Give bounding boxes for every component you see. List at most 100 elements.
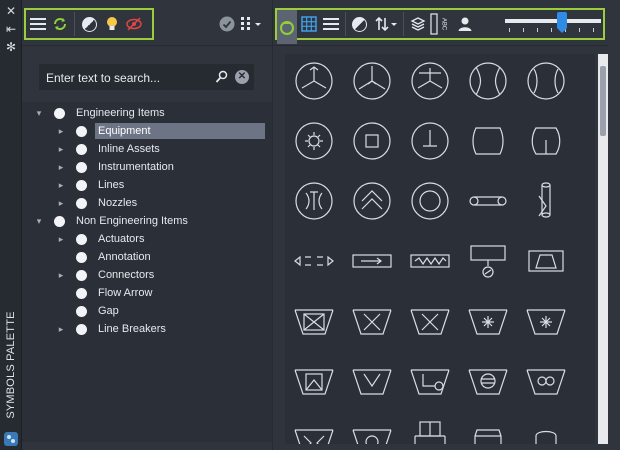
symbol-tile[interactable]	[521, 176, 571, 226]
symbol-tile[interactable]	[289, 296, 339, 346]
symbols-scrollbar[interactable]	[598, 54, 608, 444]
settings-icon[interactable]: ✻	[4, 40, 18, 54]
ortho-label: ABC	[441, 18, 447, 31]
item-icon	[76, 197, 87, 209]
item-icon	[76, 161, 87, 173]
symbol-tile[interactable]	[463, 296, 513, 346]
symbol-tile[interactable]	[463, 176, 513, 226]
tree-item-label: Lines	[98, 179, 125, 191]
refresh-icon[interactable]	[50, 14, 70, 34]
right-toolbar: ABC	[273, 0, 608, 46]
slider-thumb[interactable]	[557, 12, 567, 33]
search-icon[interactable]	[215, 70, 229, 84]
symbol-tile[interactable]	[405, 356, 455, 406]
symbol-tile[interactable]	[347, 56, 397, 106]
symbol-tile[interactable]	[289, 236, 339, 286]
symbol-tile[interactable]	[521, 116, 571, 166]
tree-item[interactable]: Flow Arrow	[56, 284, 155, 302]
tree-item-label: Instrumentation	[98, 161, 174, 173]
symbol-tile[interactable]	[463, 116, 513, 166]
symbol-tile[interactable]	[347, 176, 397, 226]
menu-icon[interactable]	[28, 14, 48, 34]
collapse-icon[interactable]: ▾	[34, 216, 44, 227]
symbol-tile[interactable]	[463, 236, 513, 286]
clear-search-icon[interactable]: ✕	[235, 70, 249, 84]
symbol-tile[interactable]	[405, 56, 455, 106]
item-icon	[76, 125, 87, 137]
tree-item[interactable]: ▸ Instrumentation	[56, 158, 177, 176]
tree-item[interactable]: ▸ Line Breakers	[56, 320, 169, 338]
collapse-icon[interactable]: ▾	[34, 108, 44, 119]
list-view-icon[interactable]	[321, 14, 341, 34]
user-icon[interactable]	[455, 14, 475, 34]
expand-icon[interactable]: ▸	[56, 198, 66, 209]
symbol-tile[interactable]	[347, 296, 397, 346]
symbol-tile[interactable]	[289, 56, 339, 106]
symbol-tile[interactable]	[521, 56, 571, 106]
tree-item[interactable]: ▸ Connectors	[56, 266, 157, 284]
tree-item[interactable]: Annotation	[56, 248, 154, 266]
tree-item-label: Inline Assets	[98, 143, 160, 155]
grid-view-icon[interactable]	[240, 14, 264, 34]
expand-icon[interactable]: ▸	[56, 144, 66, 155]
tree-item[interactable]: ▸ Nozzles	[56, 194, 140, 212]
symbol-tile[interactable]	[463, 356, 513, 406]
symbol-tile[interactable]	[521, 356, 571, 406]
sort-icon[interactable]	[373, 14, 399, 34]
symbol-tile[interactable]	[521, 296, 571, 346]
symbol-tile[interactable]	[521, 236, 571, 286]
toolbar-separator	[345, 12, 346, 36]
expand-icon[interactable]: ▸	[56, 324, 66, 335]
grid-view-icon[interactable]	[299, 14, 319, 34]
tree-item[interactable]: ▸ Equipment	[56, 122, 267, 140]
tree-item[interactable]: ▸ Lines	[56, 176, 127, 194]
zoom-slider[interactable]	[505, 10, 601, 36]
symbol-tile[interactable]	[347, 416, 397, 444]
layers-icon[interactable]	[408, 14, 428, 34]
lightbulb-icon[interactable]	[102, 14, 122, 34]
symbol-tile[interactable]	[405, 416, 455, 444]
symbol-tile[interactable]	[405, 236, 455, 286]
hide-icon[interactable]	[124, 14, 144, 34]
search-input[interactable]	[46, 69, 211, 86]
palette-title: SYMBOLS PALETTE	[5, 311, 17, 419]
tree-group-row[interactable]: ▾ Engineering Items	[34, 104, 168, 122]
expand-icon[interactable]: ▸	[56, 234, 66, 245]
contrast-icon[interactable]	[79, 14, 99, 34]
symbol-tile[interactable]	[289, 116, 339, 166]
tree-group-row[interactable]: ▾ Non Engineering Items	[34, 212, 191, 230]
symbol-tile[interactable]	[405, 176, 455, 226]
symbol-tile[interactable]	[521, 416, 571, 444]
recent-icon[interactable]	[277, 10, 297, 44]
symbol-tile[interactable]	[463, 416, 513, 444]
symbol-tile[interactable]	[347, 116, 397, 166]
close-icon[interactable]: ✕	[4, 4, 18, 18]
contrast-icon[interactable]	[349, 14, 369, 34]
symbol-tile[interactable]	[463, 56, 513, 106]
app-icon[interactable]	[4, 432, 18, 446]
symbol-tile[interactable]	[347, 356, 397, 406]
tree-item-label: Actuators	[98, 233, 145, 245]
autohide-icon[interactable]: ⇤	[4, 22, 18, 36]
tree-item[interactable]: ▸ Actuators	[56, 230, 147, 248]
expand-icon[interactable]: ▸	[56, 162, 66, 173]
item-icon	[76, 251, 87, 263]
expand-icon[interactable]: ▸	[56, 270, 66, 281]
text-tag-icon[interactable]: ABC	[430, 12, 448, 36]
scrollbar-thumb[interactable]	[600, 66, 606, 136]
tree-item-label: Flow Arrow	[98, 287, 153, 299]
tree-item[interactable]: ▸ Inline Assets	[56, 140, 163, 158]
symbol-tile[interactable]	[289, 356, 339, 406]
symbol-tile[interactable]	[347, 236, 397, 286]
symbol-tile[interactable]	[405, 116, 455, 166]
left-toolbar	[22, 0, 272, 46]
item-icon	[76, 323, 87, 335]
expand-icon[interactable]: ▸	[56, 180, 66, 191]
tree-scrollbar[interactable]	[265, 104, 271, 440]
check-circle-icon[interactable]	[217, 14, 237, 34]
tree-item[interactable]: Gap	[56, 302, 122, 320]
expand-icon[interactable]: ▸	[56, 126, 66, 137]
symbol-tile[interactable]	[289, 416, 339, 444]
symbol-tile[interactable]	[405, 296, 455, 346]
symbol-tile[interactable]	[289, 176, 339, 226]
